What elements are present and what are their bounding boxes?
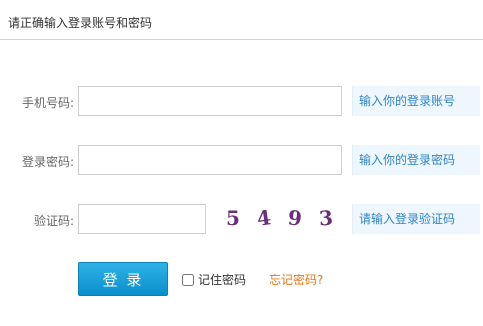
captcha-digit: 9 (286, 205, 303, 231)
captcha-label: 验证码: (33, 214, 74, 228)
captcha-digit: 5 (226, 206, 240, 230)
login-button[interactable]: 登 录 (78, 262, 168, 296)
phone-input[interactable] (78, 86, 342, 116)
remember-password-checkbox[interactable] (182, 273, 194, 286)
password-label: 登录密码: (21, 155, 74, 169)
captcha-digit: 4 (255, 205, 273, 231)
phone-label: 手机号码: (21, 96, 74, 110)
captcha-input[interactable] (78, 204, 206, 234)
captcha-digit: 3 (317, 205, 334, 231)
page-title: 请正确输入登录账号和密码 (8, 16, 153, 30)
phone-hint: 输入你的登录账号 (352, 86, 480, 116)
captcha-image[interactable]: 5 4 9 3 (224, 203, 338, 233)
remember-password-option[interactable]: 记住密码 (182, 271, 246, 288)
password-input[interactable] (78, 145, 342, 175)
header-divider (0, 39, 483, 40)
forgot-password-link[interactable]: 忘记密码? (269, 271, 323, 288)
remember-password-label: 记住密码 (198, 273, 247, 287)
password-hint: 输入你的登录密码 (352, 145, 480, 175)
captcha-hint: 请输入登录验证码 (352, 204, 480, 234)
